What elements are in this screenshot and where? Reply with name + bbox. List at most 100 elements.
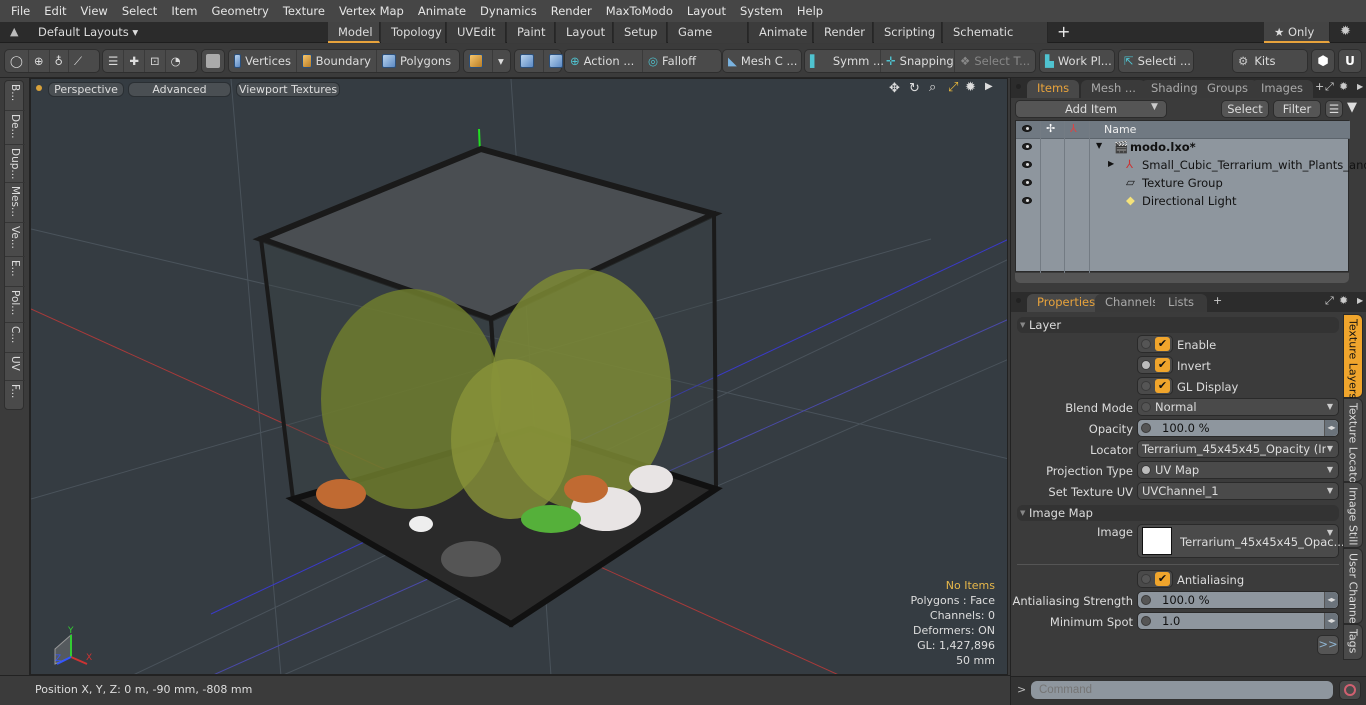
menu-geometry[interactable]: Geometry: [205, 0, 276, 22]
side-tab-user-channels[interactable]: User Channels: [1343, 548, 1363, 632]
tab-animate[interactable]: Animate: [749, 22, 813, 43]
item-row-texture-group[interactable]: ▱ Texture Group: [1016, 175, 1350, 193]
left-tab-mesh-edit[interactable]: Mes...: [5, 183, 25, 223]
visibility-eye-icon[interactable]: [1022, 161, 1032, 168]
left-tab-polygon[interactable]: Pol...: [5, 287, 25, 323]
list-options-icon[interactable]: ☰: [1325, 100, 1343, 118]
boundary-button[interactable]: Boundary: [297, 50, 377, 72]
menu-render[interactable]: Render: [544, 0, 599, 22]
image-dropdown[interactable]: Terrarium_45x45x45_Opac... ▼: [1137, 524, 1345, 558]
expand-properties-icon[interactable]: ⤢: [1325, 294, 1334, 308]
kits-button[interactable]: ⚙ Kits: [1232, 49, 1308, 73]
viewport-menu-dot-icon[interactable]: [36, 85, 42, 91]
left-tab-duplicate[interactable]: Dup...: [5, 145, 25, 183]
menu-dynamics[interactable]: Dynamics: [473, 0, 544, 22]
menu-item[interactable]: Item: [164, 0, 204, 22]
rotate-icon[interactable]: ↻: [909, 81, 920, 96]
side-tab-tags[interactable]: Tags: [1343, 624, 1363, 660]
item-row-mesh[interactable]: ▶ ⅄ Small_Cubic_Terrarium_with_Plants_an…: [1016, 157, 1366, 175]
perspective-button[interactable]: Perspective: [48, 82, 124, 97]
terrarium-model[interactable]: [252, 145, 723, 628]
work-plane-button[interactable]: ▙ Work Pl...: [1039, 49, 1115, 73]
add-item-button[interactable]: Add Item: [1015, 100, 1167, 118]
minimum-spot-input[interactable]: 1.0 ◂▸: [1137, 612, 1339, 630]
cross-icon[interactable]: ✚: [124, 50, 145, 72]
vertices-button[interactable]: Vertices: [229, 50, 297, 72]
symmetry-button[interactable]: ▌ Symm ...: [805, 50, 884, 72]
tab-mesh[interactable]: Mesh ...: [1081, 80, 1146, 98]
collapse-up-icon[interactable]: ▲: [10, 25, 18, 38]
tab-render[interactable]: Render: [814, 22, 873, 43]
menu-view[interactable]: View: [74, 0, 115, 22]
sphere-tool-icon[interactable]: ⊕: [29, 50, 50, 72]
default-layouts-dropdown[interactable]: Default Layouts ▾: [38, 25, 138, 39]
filter-funnel-icon[interactable]: ▼: [1347, 100, 1357, 115]
pen-tool-icon[interactable]: ♁: [50, 50, 69, 72]
advanced-button[interactable]: Advanced: [128, 82, 231, 97]
properties-gear-icon[interactable]: ✹: [1339, 294, 1348, 307]
left-tab-uv[interactable]: UV: [5, 353, 25, 381]
gear-icon[interactable]: ✹: [1340, 24, 1351, 39]
left-tab-edge[interactable]: E...: [5, 257, 25, 287]
viewport-gear-icon[interactable]: ✹: [965, 80, 976, 95]
maximize-icon[interactable]: ⤢: [948, 80, 958, 95]
gl-display-checkbox[interactable]: ✔: [1137, 377, 1173, 395]
enable-checkbox[interactable]: ✔: [1137, 335, 1173, 353]
menu-texture[interactable]: Texture: [276, 0, 332, 22]
item-mode-button[interactable]: [201, 49, 225, 73]
material-dropdown-icon[interactable]: ▾: [493, 50, 509, 72]
tab-lists[interactable]: Lists: [1155, 294, 1207, 312]
falloff-button[interactable]: ◎ Falloff: [643, 50, 721, 72]
add-properties-tab-icon[interactable]: +: [1213, 294, 1222, 307]
side-tab-texture-locator[interactable]: Texture Locator: [1343, 398, 1363, 488]
tab-model[interactable]: Model: [328, 22, 380, 43]
properties-menu-dot-icon[interactable]: [1016, 298, 1021, 303]
material-button[interactable]: [464, 50, 493, 72]
square-circle-icon[interactable]: ⊡: [145, 50, 166, 72]
item-row-scene[interactable]: ▼ 🎬 modo.lxo*: [1016, 139, 1350, 157]
tab-uvedit[interactable]: UVEdit: [447, 22, 506, 43]
locator-dropdown[interactable]: Terrarium_45x45x45_Opacity (Ima ...▼: [1137, 440, 1339, 458]
menu-select[interactable]: Select: [115, 0, 164, 22]
viewport-expand-icon[interactable]: ▶: [985, 81, 993, 92]
filter-button[interactable]: Filter: [1273, 100, 1321, 118]
spinner-icon[interactable]: ◂▸: [1324, 613, 1338, 629]
blend-mode-dropdown[interactable]: Normal ▼: [1137, 398, 1339, 416]
items-scrollbar[interactable]: [1015, 273, 1349, 283]
only-toggle[interactable]: ★ Only: [1264, 22, 1330, 43]
collapse-triangle-icon[interactable]: ▼: [1096, 141, 1102, 150]
opacity-input[interactable]: 100.0 % ◂▸: [1137, 419, 1339, 437]
tab-images[interactable]: Images: [1251, 80, 1314, 98]
antialiasing-checkbox[interactable]: ✔: [1137, 570, 1173, 588]
command-input[interactable]: [1031, 681, 1333, 699]
layer-section-header[interactable]: Layer: [1017, 317, 1339, 333]
add-item-dropdown-icon[interactable]: ▼: [1151, 102, 1158, 112]
left-tab-basic[interactable]: B...: [5, 81, 25, 111]
tab-items[interactable]: Items: [1027, 80, 1080, 98]
snapping-button[interactable]: ✛ Snapping: [881, 50, 955, 72]
name-column-header[interactable]: Name: [1104, 123, 1136, 136]
add-tab-button[interactable]: +: [1057, 22, 1070, 42]
menu-maxtomodo[interactable]: MaxToModo: [599, 0, 680, 22]
visibility-eye-icon[interactable]: [1022, 197, 1032, 204]
visibility-eye-icon[interactable]: [1022, 143, 1032, 150]
tab-scripting[interactable]: Scripting: [874, 22, 942, 43]
pan-icon[interactable]: ✥: [889, 81, 900, 96]
spinner-icon[interactable]: ◂▸: [1324, 592, 1338, 608]
menu-layout[interactable]: Layout: [680, 0, 733, 22]
tab-setup[interactable]: Setup: [614, 22, 667, 43]
panel-gear-icon[interactable]: ✹: [1339, 80, 1348, 93]
transform-icon[interactable]: [515, 50, 544, 72]
image-map-section-header[interactable]: Image Map: [1017, 505, 1339, 521]
projection-type-dropdown[interactable]: UV Map ▼: [1137, 461, 1339, 479]
menu-edit[interactable]: Edit: [37, 0, 73, 22]
expand-panel-icon[interactable]: ⤢: [1325, 80, 1334, 94]
modo-cube-button[interactable]: ⬢: [1311, 49, 1335, 73]
item-row-directional-light[interactable]: ◆ Directional Light: [1016, 193, 1350, 211]
tab-paint[interactable]: Paint: [507, 22, 555, 43]
menu-vertex-map[interactable]: Vertex Map: [332, 0, 411, 22]
action-center-button[interactable]: ⊕ Action ...: [565, 50, 643, 72]
visibility-eye-icon[interactable]: [1022, 179, 1032, 186]
aa-strength-input[interactable]: 100.0 % ◂▸: [1137, 591, 1339, 609]
expand-triangle-icon[interactable]: ▶: [1108, 159, 1114, 168]
